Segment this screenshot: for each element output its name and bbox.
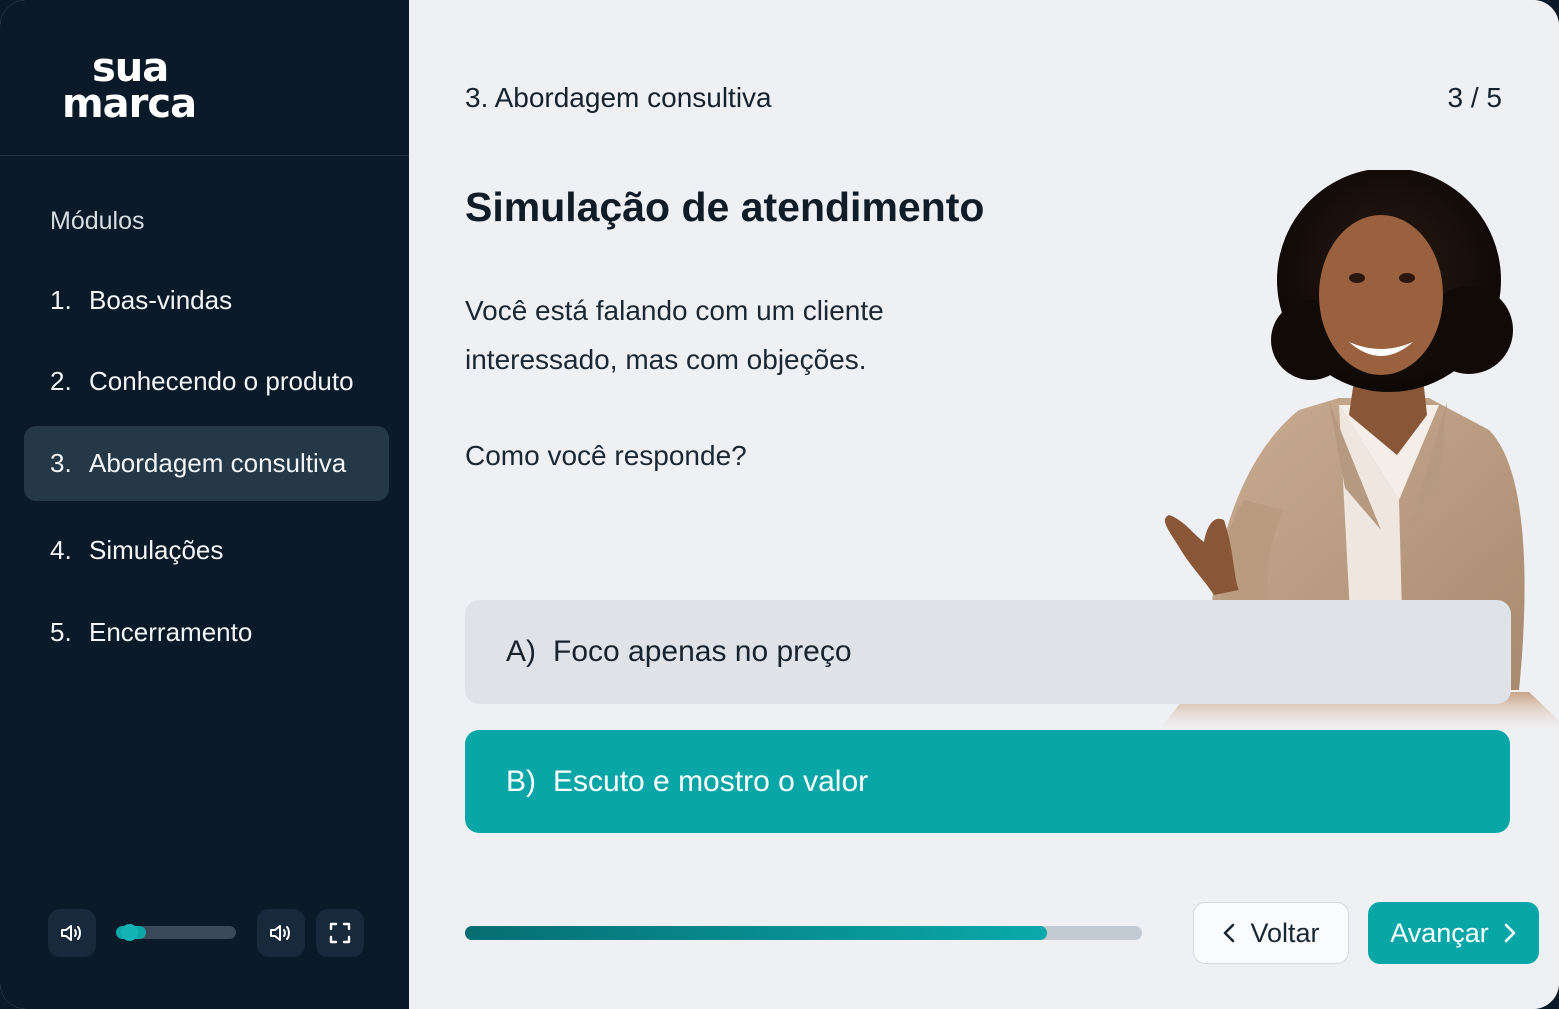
next-button-label: Avançar: [1390, 917, 1489, 948]
sidebar-item-number: 4.: [50, 535, 72, 565]
lesson-progress-fill: [465, 926, 1048, 940]
sidebar-item-conhecendo-o-produto[interactable]: 2. Conhecendo o produto: [24, 344, 389, 419]
question-text: Como você responde?: [465, 440, 747, 471]
sidebar-item-simulacoes[interactable]: 4. Simulações: [24, 513, 389, 588]
sidebar-item-number: 3.: [50, 448, 72, 478]
chevron-left-icon: [1224, 923, 1235, 943]
sidebar-item-label: Conhecendo o produto: [89, 366, 354, 396]
fullscreen-icon: [329, 922, 351, 944]
chevron-right-icon: [1504, 923, 1516, 943]
sidebar-divider: [0, 155, 409, 156]
fullscreen-button[interactable]: [316, 909, 364, 957]
option-label: Foco apenas no preço: [553, 635, 852, 668]
sidebar-item-number: 1.: [50, 285, 72, 315]
breadcrumb: 3. Abordagem consultiva: [465, 82, 772, 113]
volume-button[interactable]: [257, 909, 305, 957]
scenario-text: Você está falando com um cliente interes…: [465, 295, 884, 375]
next-button[interactable]: Avançar: [1368, 902, 1539, 964]
sidebar-item-label: Encerramento: [89, 617, 253, 647]
answer-option-a[interactable]: A) Foco apenas no preço: [465, 600, 1511, 704]
sidebar-item-number: 5.: [50, 617, 72, 647]
speaker-icon: [270, 925, 290, 941]
answer-option-b[interactable]: B) Escuto e mostro o valor: [465, 730, 1510, 833]
modules-heading: Módulos: [50, 207, 145, 235]
lesson-content: 3. Abordagem consultiva 3 / 5 Simulação …: [409, 0, 1559, 1009]
app-window: sua marca Módulos 1. Boas-vindas 2. Conh…: [0, 0, 1559, 1009]
sidebar: sua marca Módulos 1. Boas-vindas 2. Conh…: [0, 0, 409, 1009]
sidebar-item-encerramento[interactable]: 5. Encerramento: [24, 595, 389, 670]
mute-button[interactable]: [48, 909, 96, 957]
slide-counter: 3 / 5: [1447, 82, 1502, 113]
sidebar-item-abordagem-consultiva[interactable]: 3. Abordagem consultiva: [24, 426, 389, 501]
speaker-icon: [61, 925, 81, 941]
sidebar-item-label: Boas-vindas: [89, 285, 233, 315]
sidebar-item-number: 2.: [50, 366, 72, 396]
volume-slider-handle[interactable]: [121, 924, 138, 941]
option-letter: A): [506, 635, 536, 668]
sidebar-item-boas-vindas[interactable]: 1. Boas-vindas: [24, 263, 389, 338]
sidebar-item-label: Simulações: [89, 535, 224, 565]
brand-line-2: marca: [62, 81, 197, 127]
page-title: Simulação de atendimento: [465, 184, 985, 230]
back-button-label: Voltar: [1250, 917, 1320, 948]
brand-logo: sua marca: [62, 48, 197, 127]
option-label: Escuto e mostro o valor: [553, 764, 869, 798]
sidebar-item-label: Abordagem consultiva: [89, 448, 347, 478]
volume-slider[interactable]: [116, 924, 236, 941]
back-button[interactable]: Voltar: [1193, 902, 1349, 964]
lesson-progress-bar: [465, 926, 1142, 940]
option-letter: B): [506, 764, 536, 798]
